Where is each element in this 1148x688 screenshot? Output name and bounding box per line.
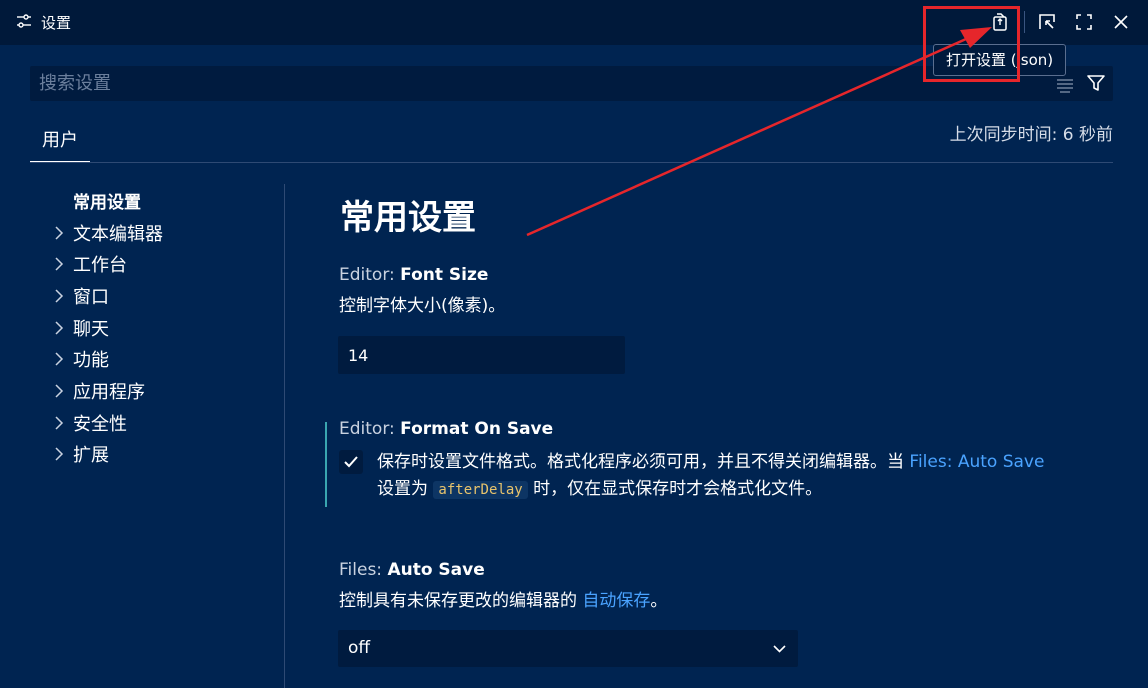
desc-text: 控制具有未保存更改的编辑器的 — [339, 591, 583, 611]
toc-item-label: 窗口 — [73, 286, 109, 308]
files-auto-save-link[interactable]: Files: Auto Save — [909, 452, 1044, 472]
settings-sliders-icon — [17, 14, 31, 28]
toc-item-label: 聊天 — [73, 318, 109, 340]
check-icon — [344, 456, 358, 468]
setting-font-size: Editor: Font Size 控制字体大小(像素)。 — [339, 265, 505, 320]
sync-status: 上次同步时间: 6 秒前 — [949, 125, 1113, 145]
setting-title: Files: Auto Save — [339, 560, 667, 580]
setting-auto-save: Files: Auto Save 控制具有未保存更改的编辑器的 自动保存。 — [339, 560, 667, 615]
chevron-right-icon — [55, 321, 64, 335]
toc-item-application[interactable]: 应用程序 — [50, 375, 280, 407]
maximize-icon — [1076, 14, 1092, 30]
chevron-right-icon — [55, 384, 64, 398]
setting-name: Font Size — [400, 265, 489, 285]
split-editor-button[interactable] — [1034, 9, 1060, 35]
section-title: 常用设置 — [340, 198, 476, 238]
chevron-down-icon — [773, 645, 786, 653]
toc-item-common[interactable]: 常用设置 — [50, 185, 280, 217]
setting-title: Editor: Format On Save — [339, 419, 553, 439]
chevron-right-icon — [55, 289, 64, 303]
clear-filter-icon[interactable] — [1054, 73, 1076, 95]
setting-description: 控制具有未保存更改的编辑器的 自动保存。 — [339, 588, 667, 615]
toc-item-label: 常用设置 — [73, 193, 141, 214]
desc-text: 保存时设置文件格式。格式化程序必须可用，并且不得关闭编辑器。当 — [377, 452, 910, 472]
toc-item-extensions[interactable]: 扩展 — [50, 439, 280, 471]
select-value: off — [348, 638, 371, 658]
desc-text: 时，仅在显式保存时才会格式化文件。 — [527, 479, 823, 499]
chevron-right-icon — [55, 447, 64, 461]
toc-item-security[interactable]: 安全性 — [50, 407, 280, 439]
setting-category: Editor: — [339, 419, 401, 439]
split-editor-icon — [1039, 14, 1055, 29]
code-after-delay: afterDelay — [433, 481, 528, 499]
maximize-button[interactable] — [1071, 9, 1097, 35]
toc-item-label: 功能 — [73, 350, 109, 372]
desc-text: 。 — [650, 591, 668, 611]
filter-icon[interactable] — [1085, 72, 1107, 94]
chevron-right-icon — [55, 352, 64, 366]
close-icon — [1114, 15, 1128, 29]
setting-category: Files: — [339, 560, 388, 580]
toc-item-workbench[interactable]: 工作台 — [50, 248, 280, 280]
format-on-save-checkbox[interactable] — [339, 450, 363, 474]
font-size-input[interactable] — [338, 336, 625, 374]
toc-item-label: 文本编辑器 — [73, 223, 163, 245]
desc-text: 设置为 — [377, 479, 434, 499]
highlight-annotation — [923, 6, 1020, 82]
chevron-right-icon — [55, 226, 64, 240]
modified-indicator — [325, 422, 327, 507]
setting-format-on-save: Editor: Format On Save — [339, 419, 553, 439]
setting-name: Format On Save — [400, 419, 554, 439]
tab-user[interactable]: 用户 — [30, 118, 90, 163]
search-input[interactable] — [39, 66, 1039, 101]
toolbar-separator — [1024, 11, 1025, 33]
setting-description: 控制字体大小(像素)。 — [339, 296, 506, 316]
toc-item-window[interactable]: 窗口 — [50, 280, 280, 312]
toc-item-label: 安全性 — [73, 413, 127, 435]
chevron-right-icon — [55, 416, 64, 430]
window-title: 设置 — [41, 14, 72, 32]
setting-title: Editor: Font Size — [339, 265, 505, 285]
tabs-divider — [30, 162, 1113, 163]
format-on-save-description: 保存时设置文件格式。格式化程序必须可用，并且不得关闭编辑器。当 Files: A… — [377, 449, 1107, 504]
chevron-right-icon — [55, 257, 64, 271]
toc-item-text-editor[interactable]: 文本编辑器 — [50, 217, 280, 249]
close-button[interactable] — [1108, 9, 1134, 35]
toc-item-label: 应用程序 — [73, 381, 145, 403]
toc-divider — [284, 184, 285, 688]
settings-toc: 常用设置 文本编辑器 工作台 窗口 聊天 功能 应用程序 安全性 扩展 — [50, 185, 280, 470]
toc-item-label: 扩展 — [73, 445, 109, 467]
setting-category: Editor: — [339, 265, 401, 285]
toc-item-features[interactable]: 功能 — [50, 343, 280, 375]
toc-item-chat[interactable]: 聊天 — [50, 312, 280, 344]
auto-save-link[interactable]: 自动保存 — [582, 591, 650, 611]
auto-save-select[interactable]: off — [338, 630, 798, 667]
setting-name: Auto Save — [387, 560, 485, 580]
toc-item-label: 工作台 — [73, 255, 127, 277]
